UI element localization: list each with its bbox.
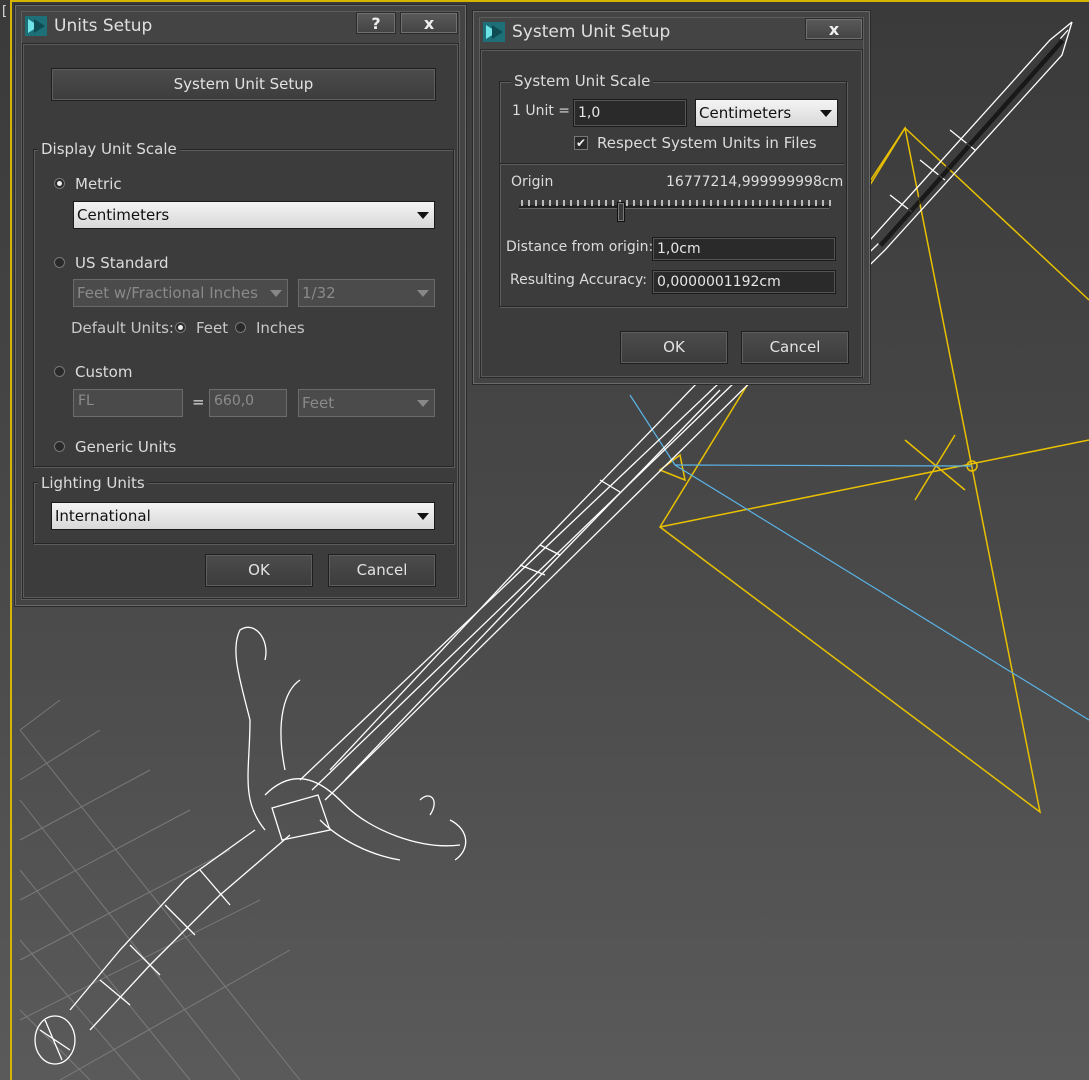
us-standard-label: US Standard	[75, 254, 169, 272]
unit-type-dropdown[interactable]: Centimeters	[695, 99, 838, 127]
feet-label: Feet	[196, 319, 229, 337]
inches-label: Inches	[256, 319, 305, 337]
system-unit-setup-content: System Unit Scale 1 Unit = 1,0 Centimete…	[480, 49, 863, 378]
units-ok-button[interactable]: OK	[205, 554, 313, 587]
accuracy-label: Resulting Accuracy:	[510, 272, 647, 288]
close-button[interactable]: x	[400, 12, 458, 34]
camera-target-line	[629, 394, 1089, 721]
units-cancel-button[interactable]: Cancel	[328, 554, 436, 587]
metric-unit-value: Centimeters	[77, 206, 170, 224]
dropdown-arrow-icon	[417, 290, 429, 297]
units-setup-dialog: Units Setup ? x System Unit Setup Displa…	[14, 4, 467, 607]
units-setup-titlebar[interactable]: Units Setup ? x	[22, 11, 459, 41]
viewport-label[interactable]: [	[2, 4, 7, 19]
ground-grid	[19, 699, 301, 1080]
3dsmax-app-icon	[483, 22, 505, 42]
display-unit-scale-group	[33, 149, 454, 467]
system-cancel-button[interactable]: Cancel	[741, 331, 849, 364]
dropdown-arrow-icon	[417, 513, 429, 520]
custom-unit-value: Feet	[302, 394, 335, 412]
custom-name-value: FL	[78, 393, 94, 409]
lighting-units-label: Lighting Units	[38, 474, 148, 492]
check-icon: ✔	[575, 136, 587, 150]
one-unit-value: 1,0	[578, 105, 601, 121]
units-setup-title: Units Setup	[54, 16, 153, 36]
close-button[interactable]: x	[805, 18, 863, 40]
dropdown-arrow-icon	[417, 400, 429, 407]
custom-unit-dropdown[interactable]: Feet	[298, 389, 435, 417]
unit-type-value: Centimeters	[699, 104, 792, 122]
one-unit-field[interactable]: 1,0	[573, 99, 687, 127]
system-unit-setup-titlebar[interactable]: System Unit Setup x	[480, 17, 863, 47]
divider	[500, 163, 844, 164]
custom-label: Custom	[75, 363, 133, 381]
custom-radio[interactable]	[54, 366, 65, 377]
lighting-units-dropdown[interactable]: International	[51, 502, 435, 530]
dropdown-arrow-icon	[417, 212, 429, 219]
us-fraction-value: 1/32	[302, 284, 336, 302]
us-unit-dropdown[interactable]: Feet w/Fractional Inches	[73, 279, 288, 307]
display-unit-scale-label: Display Unit Scale	[38, 140, 180, 158]
origin-label: Origin	[511, 174, 554, 190]
feet-radio[interactable]	[175, 322, 186, 333]
custom-amount-value: 660,0	[214, 393, 255, 409]
help-icon: ?	[371, 14, 381, 33]
generic-units-label: Generic Units	[75, 438, 177, 456]
close-icon: x	[828, 20, 840, 39]
metric-label: Metric	[75, 175, 122, 193]
distance-label: Distance from origin:	[506, 239, 654, 255]
system-unit-scale-label: System Unit Scale	[511, 72, 654, 90]
system-unit-setup-button[interactable]: System Unit Setup	[51, 68, 436, 101]
metric-radio[interactable]	[54, 178, 65, 189]
respect-system-units-checkbox[interactable]: ✔	[574, 136, 588, 150]
origin-slider-ticks	[521, 200, 831, 206]
dropdown-arrow-icon	[270, 290, 282, 297]
generic-units-radio[interactable]	[54, 441, 65, 452]
close-icon: x	[423, 14, 435, 33]
default-units-label: Default Units:	[71, 319, 174, 337]
accuracy-field[interactable]: 0,0000001192cm	[652, 270, 836, 294]
dropdown-arrow-icon	[820, 110, 832, 117]
3dsmax-app-icon	[25, 16, 47, 36]
custom-amount-field[interactable]: 660,0	[209, 389, 287, 417]
distance-field[interactable]: 1,0cm	[652, 237, 836, 261]
system-unit-setup-dialog: System Unit Setup x System Unit Scale 1 …	[472, 10, 871, 385]
one-unit-label: 1 Unit =	[512, 103, 571, 119]
system-unit-setup-title: System Unit Setup	[512, 22, 671, 42]
system-ok-button[interactable]: OK	[620, 331, 728, 364]
respect-system-units-label: Respect System Units in Files	[597, 134, 817, 152]
lighting-units-value: International	[55, 507, 151, 525]
units-setup-content: System Unit Setup Display Unit Scale Met…	[22, 43, 459, 599]
help-button[interactable]: ?	[356, 12, 396, 34]
custom-name-field[interactable]: FL	[73, 389, 183, 417]
distance-value: 1,0cm	[657, 241, 701, 257]
origin-value: 16777214,999999998cm	[666, 174, 844, 190]
accuracy-value: 0,0000001192cm	[657, 274, 781, 290]
origin-slider-thumb[interactable]	[617, 202, 625, 222]
inches-radio[interactable]	[235, 322, 246, 333]
us-unit-value: Feet w/Fractional Inches	[77, 284, 258, 302]
metric-unit-dropdown[interactable]: Centimeters	[73, 201, 435, 229]
equals-label: =	[192, 393, 205, 411]
us-fraction-dropdown[interactable]: 1/32	[298, 279, 435, 307]
us-standard-radio[interactable]	[54, 257, 65, 268]
